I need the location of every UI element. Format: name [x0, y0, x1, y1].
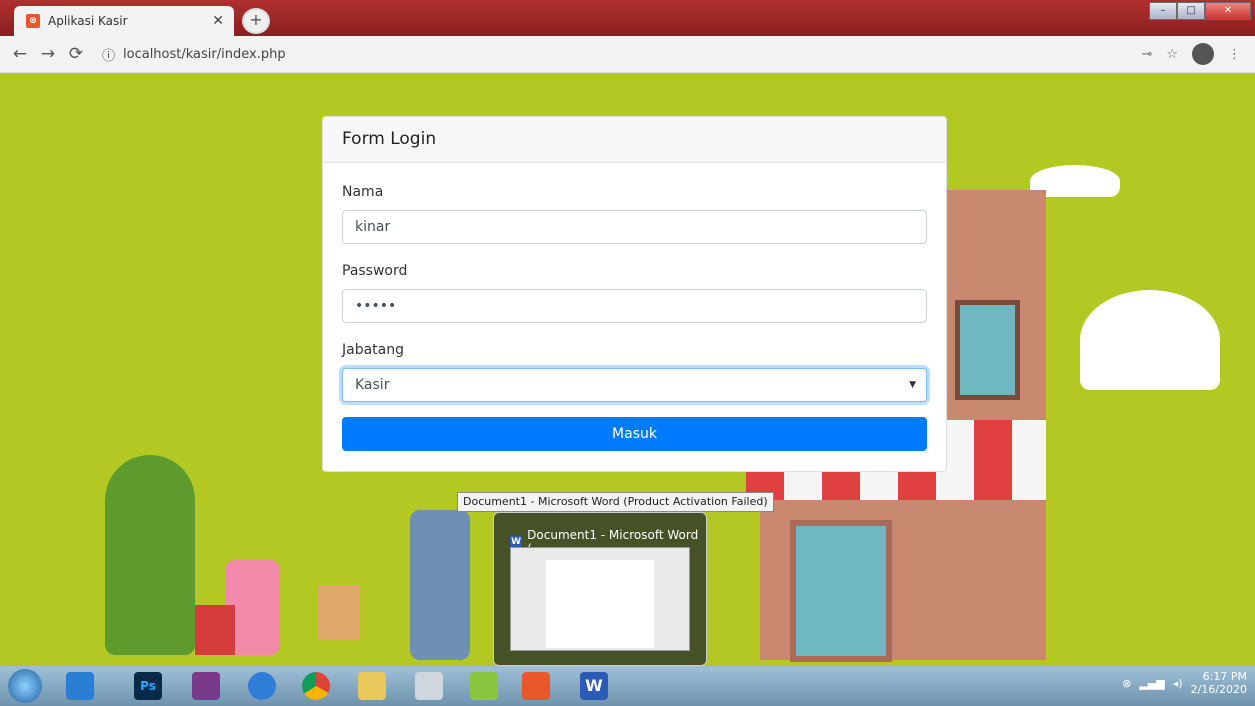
- system-tray: ⊗ ▂▄▆ ◂) 6:17 PM 2/16/2020: [1122, 670, 1247, 696]
- xampp-icon[interactable]: [522, 672, 550, 700]
- person-illustration: [410, 510, 470, 660]
- photoshop-icon[interactable]: Ps: [134, 672, 162, 700]
- minimize-button[interactable]: –: [1149, 2, 1177, 20]
- xampp-icon: ⊗: [26, 14, 40, 28]
- card-header: Form Login: [323, 117, 946, 163]
- forward-icon[interactable]: →: [34, 44, 62, 64]
- back-icon[interactable]: ←: [6, 44, 34, 64]
- snipping-tool-icon[interactable]: [415, 672, 443, 700]
- word-icon[interactable]: W: [580, 672, 608, 700]
- star-icon[interactable]: ☆: [1166, 47, 1178, 62]
- info-icon[interactable]: ⓘ: [102, 45, 115, 64]
- media-player-icon[interactable]: [66, 672, 94, 700]
- role-label: Jabatang: [342, 342, 405, 358]
- chrome-icon[interactable]: [302, 672, 330, 700]
- signal-icon[interactable]: ▂▄▆: [1139, 677, 1164, 690]
- winrar-icon[interactable]: [192, 672, 220, 700]
- submit-button[interactable]: Masuk: [342, 417, 927, 451]
- taskbar-tooltip: Document1 - Microsoft Word (Product Acti…: [457, 492, 774, 512]
- tab-title: Aplikasi Kasir: [48, 14, 128, 28]
- tree-illustration: [105, 455, 195, 655]
- shopping-bag-illustration: [195, 605, 235, 655]
- reload-icon[interactable]: ⟳: [62, 44, 90, 64]
- password-input[interactable]: •••••: [342, 289, 927, 323]
- menu-icon[interactable]: ⋮: [1228, 47, 1241, 62]
- start-icon[interactable]: [8, 669, 42, 703]
- clock[interactable]: 6:17 PM 2/16/2020: [1191, 670, 1247, 696]
- new-tab-button[interactable]: +: [242, 8, 270, 34]
- preview-document-page: [546, 560, 654, 648]
- chevron-down-icon: ▼: [909, 380, 916, 390]
- key-icon[interactable]: ⊸: [1141, 47, 1152, 62]
- close-tab-icon[interactable]: ✕: [212, 13, 224, 29]
- profile-avatar[interactable]: [1192, 43, 1214, 65]
- clock-date: 2/16/2020: [1190, 683, 1247, 696]
- folder-icon[interactable]: [358, 672, 386, 700]
- cloud-illustration: [1080, 290, 1220, 390]
- role-select[interactable]: Kasir ▼: [342, 368, 927, 402]
- window-preview[interactable]: W Document1 - Microsoft Word (...: [493, 512, 707, 666]
- address-bar: ← → ⟳ ⓘ localhost/kasir/index.php ⊸ ☆ ⋮: [0, 36, 1255, 73]
- password-label: Password: [342, 263, 408, 279]
- window-controls: – □ ✕: [1149, 2, 1251, 20]
- close-window-button[interactable]: ✕: [1205, 2, 1251, 20]
- preview-image: [510, 547, 690, 651]
- volume-icon[interactable]: ◂): [1173, 677, 1183, 690]
- shop-window-illustration: [955, 300, 1020, 400]
- shopping-bag-illustration: [318, 585, 360, 640]
- ie-icon[interactable]: [248, 672, 276, 700]
- role-select-value: Kasir: [355, 377, 390, 393]
- maximize-button[interactable]: □: [1177, 2, 1205, 20]
- clock-time: 6:17 PM: [1202, 670, 1247, 683]
- name-input[interactable]: kinar: [342, 210, 927, 244]
- url-field[interactable]: ⓘ localhost/kasir/index.php: [102, 45, 286, 64]
- browser-tab[interactable]: ⊗ Aplikasi Kasir ✕: [14, 6, 234, 36]
- notepadplusplus-icon[interactable]: [470, 672, 498, 700]
- shop-window-illustration: [790, 520, 892, 662]
- xampp-tray-icon[interactable]: ⊗: [1122, 677, 1131, 690]
- taskbar: Ps W ⊗ ▂▄▆ ◂) 6:17 PM 2/16/2020: [0, 666, 1255, 706]
- login-card: Form Login Nama kinar Password ••••• Jab…: [322, 116, 947, 472]
- url-text: localhost/kasir/index.php: [123, 46, 286, 62]
- name-label: Nama: [342, 184, 384, 200]
- form-title: Form Login: [342, 129, 437, 149]
